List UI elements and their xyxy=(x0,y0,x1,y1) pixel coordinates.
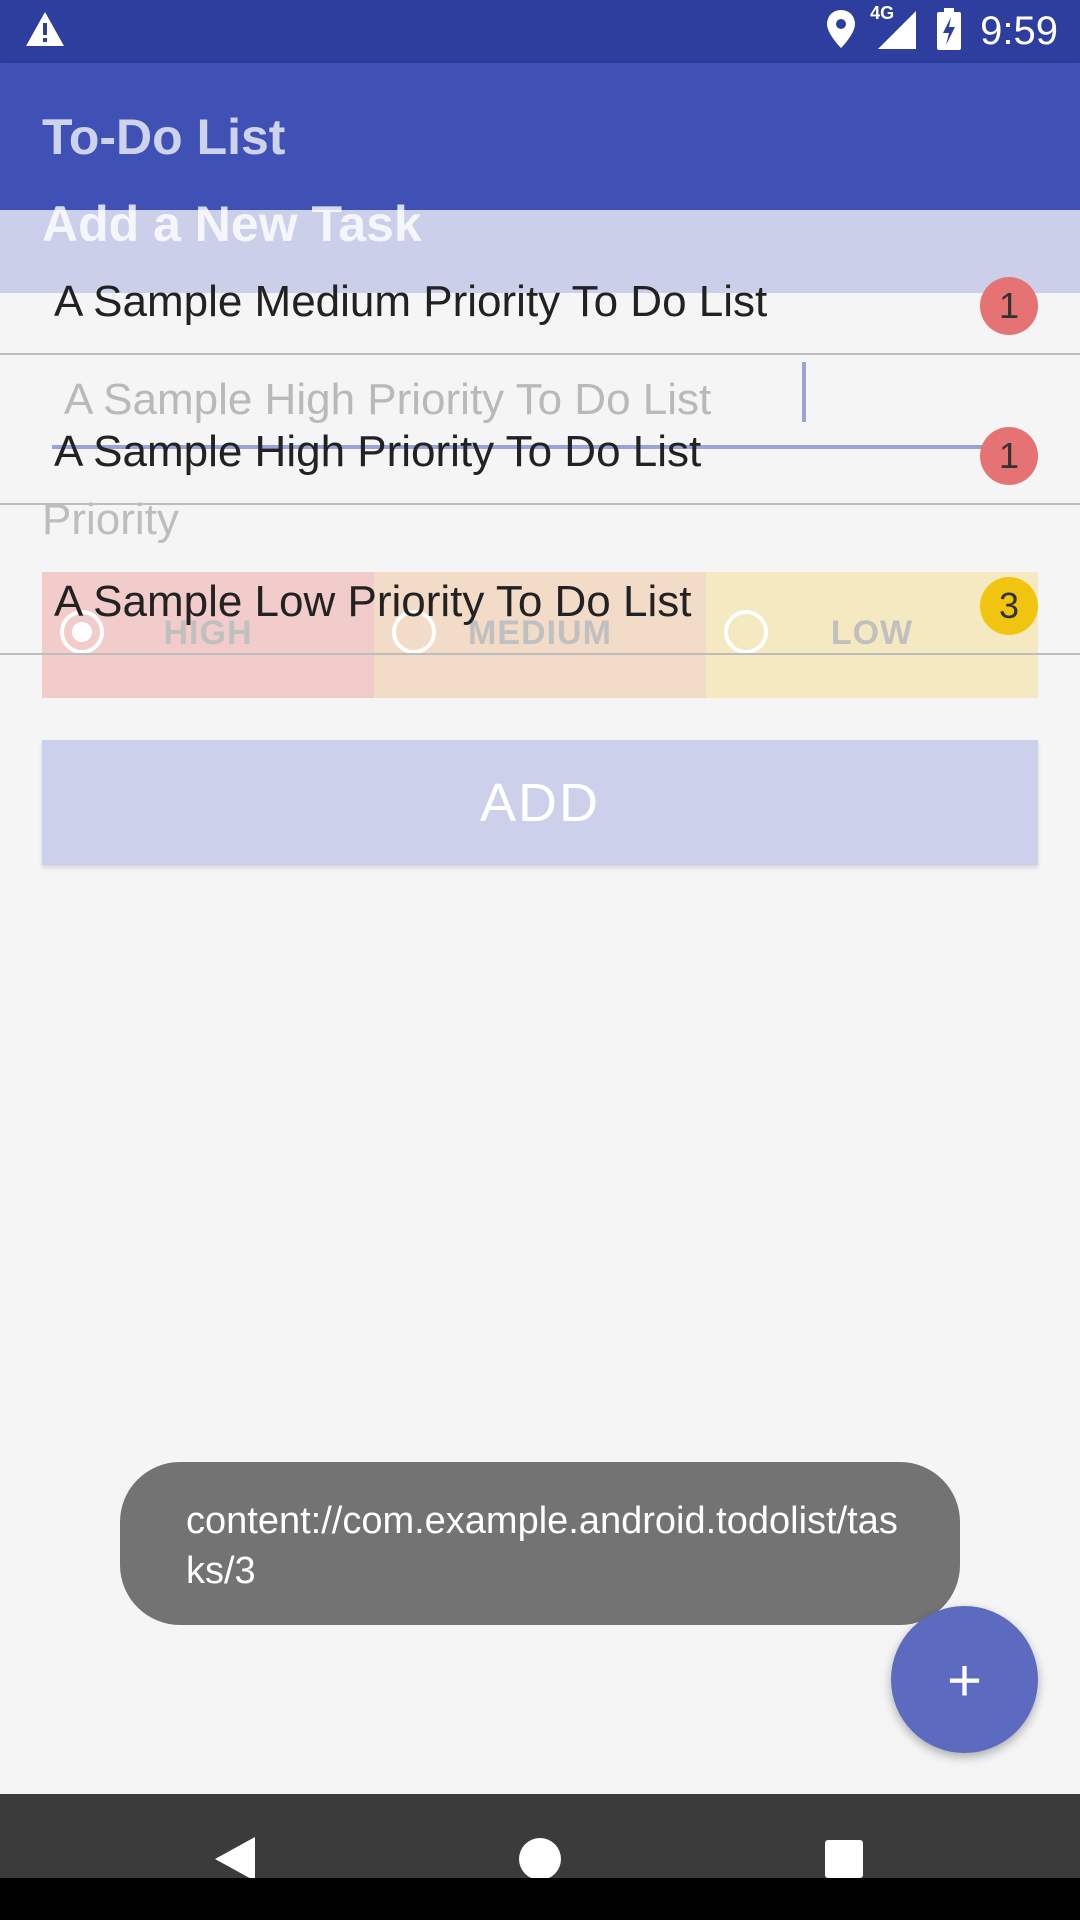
toast-text: content://com.example.android.todolist/t… xyxy=(186,1500,898,1592)
nav-bar-bottom-strip xyxy=(0,1878,1080,1920)
clock: 9:59 xyxy=(980,9,1058,53)
task-row[interactable]: A Sample Low Priority To Do List 3 xyxy=(0,565,1080,655)
priority-badge: 3 xyxy=(980,577,1038,635)
priority-badge: 1 xyxy=(980,277,1038,335)
location-icon xyxy=(826,9,856,54)
warning-icon xyxy=(24,10,66,53)
task-row[interactable]: A Sample Medium Priority To Do List 1 xyxy=(0,265,1080,355)
task-text: A Sample Medium Priority To Do List xyxy=(54,277,768,326)
plus-icon: + xyxy=(946,1647,983,1714)
status-bar: 4G 9:59 xyxy=(0,0,1080,63)
task-text: A Sample Low Priority To Do List xyxy=(54,577,692,626)
battery-charging-icon xyxy=(936,7,962,56)
add-button[interactable]: ADD xyxy=(42,740,1038,865)
task-text: A Sample High Priority To Do List xyxy=(54,427,702,476)
text-caret xyxy=(802,362,806,422)
signal-icon: 4G xyxy=(870,3,918,56)
priority-badge: 1 xyxy=(980,427,1038,485)
network-type-label: 4G xyxy=(870,2,895,23)
toast-message: content://com.example.android.todolist/t… xyxy=(120,1462,960,1625)
add-task-fab[interactable]: + xyxy=(891,1606,1038,1753)
task-row[interactable]: A Sample High Priority To Do List 1 xyxy=(0,415,1080,505)
navigation-bar xyxy=(0,1794,1080,1920)
app-title: To-Do List xyxy=(42,109,286,165)
app-bar: To-Do List xyxy=(0,63,1080,210)
